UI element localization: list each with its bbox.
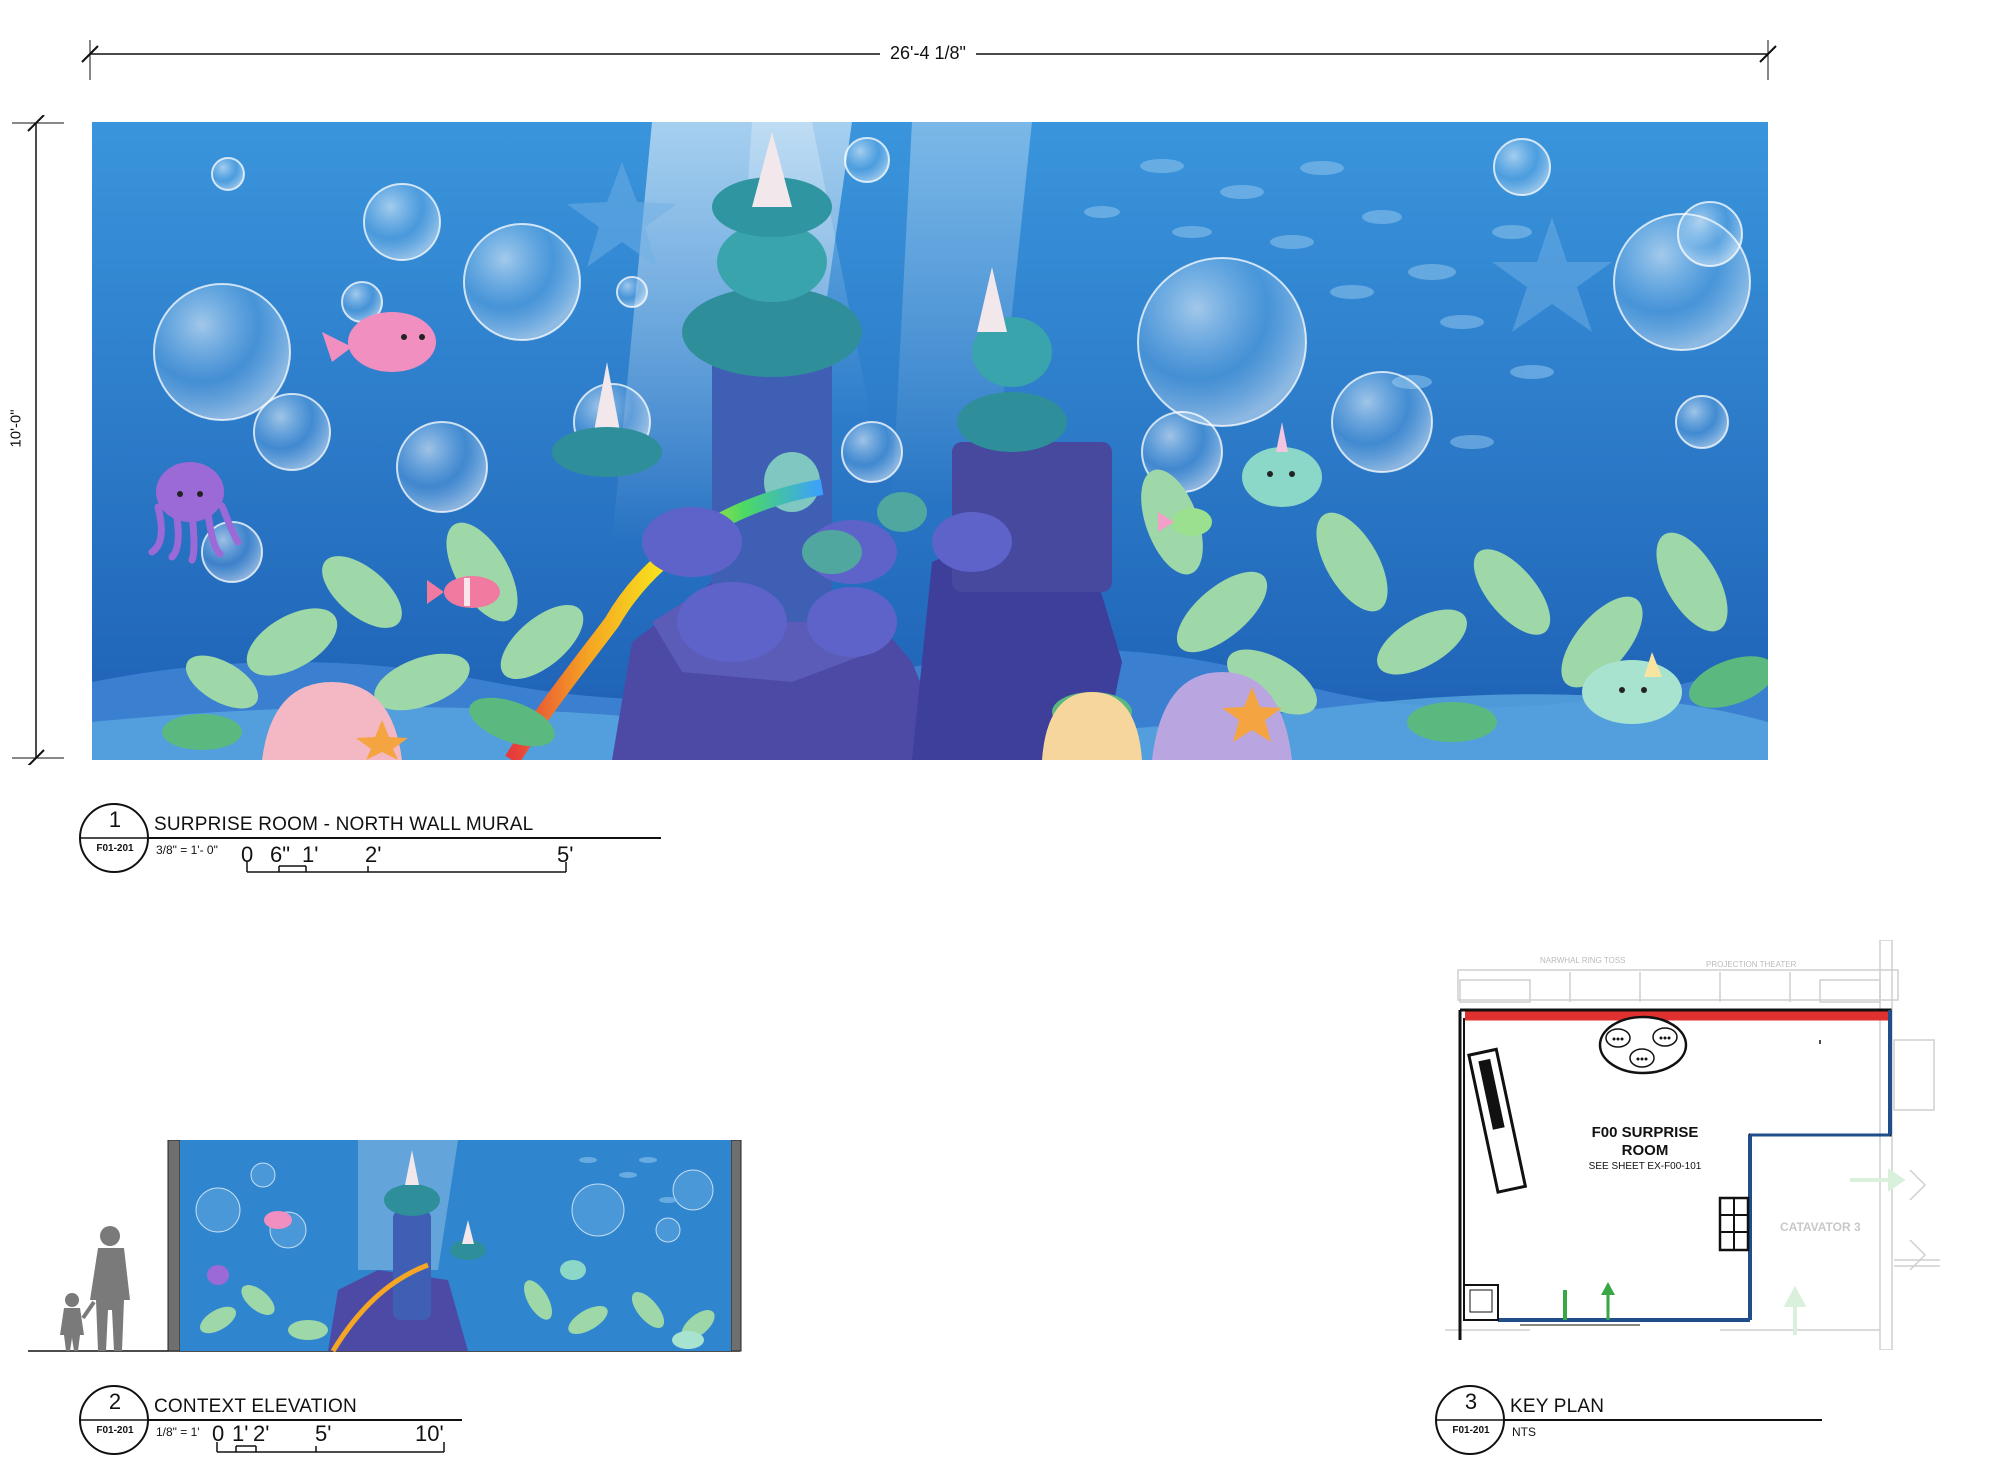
view2-scale-tick-5ft: 5' <box>315 1421 332 1446</box>
key-plan-catavator-label: CATAVATOR 3 <box>1780 1220 1861 1234</box>
view2-scale-tick-2ft: 2' <box>253 1421 270 1446</box>
view1-number: 1 <box>108 807 122 832</box>
view1-graphic-scale <box>246 862 567 873</box>
view2-scale-tick-10ft: 10' <box>415 1421 444 1446</box>
view2-scale-tick-0: 0 <box>212 1421 225 1446</box>
view1-sheet-ref: F01-201 <box>96 843 134 854</box>
width-dimension-label: 26'-4 1/8" <box>880 43 976 64</box>
view1-scale-tick-0: 0 <box>241 842 254 867</box>
view2-scale-tick-1ft: 1' <box>232 1421 249 1446</box>
view2-title: CONTEXT ELEVATION <box>154 1396 357 1417</box>
key-plan-theater-label: PROJECTION THEATER <box>1706 960 1797 969</box>
view1-title: SURPRISE ROOM - NORTH WALL MURAL <box>154 814 534 835</box>
view3-scale-label: NTS <box>1512 1425 1536 1439</box>
key-plan-room-note: SEE SHEET EX-F00-101 <box>1588 1161 1702 1172</box>
view1-scale-tick-1ft: 1' <box>302 842 319 867</box>
key-plan-ring-toss-label: NARWHAL RING TOSS <box>1540 956 1626 965</box>
view3-sheet-ref: F01-201 <box>1452 1425 1490 1436</box>
view1-scale-tick-6in: 6" <box>270 842 291 867</box>
view3-title: KEY PLAN <box>1510 1396 1605 1417</box>
height-dimension-label: 10'-0" <box>7 409 25 448</box>
scale-figures <box>60 1226 130 1351</box>
view1-scale-tick-2ft: 2' <box>365 842 382 867</box>
context-elevation <box>28 1140 742 1353</box>
key-plan-room-name-line2: ROOM <box>1621 1142 1669 1159</box>
view1-scale-label: 3/8" = 1'- 0" <box>156 843 218 857</box>
view3-number: 3 <box>1464 1389 1478 1414</box>
view3-title-bubble <box>1435 1385 1822 1455</box>
north-wall-mural <box>92 122 1768 760</box>
view2-number: 2 <box>108 1389 122 1414</box>
view1-scale-tick-5ft: 5' <box>557 842 574 867</box>
view2-sheet-ref: F01-201 <box>96 1425 134 1436</box>
view2-scale-label: 1/8" = 1' <box>156 1425 200 1439</box>
key-plan-room-name-line1: F00 SURPRISE <box>1591 1124 1699 1141</box>
